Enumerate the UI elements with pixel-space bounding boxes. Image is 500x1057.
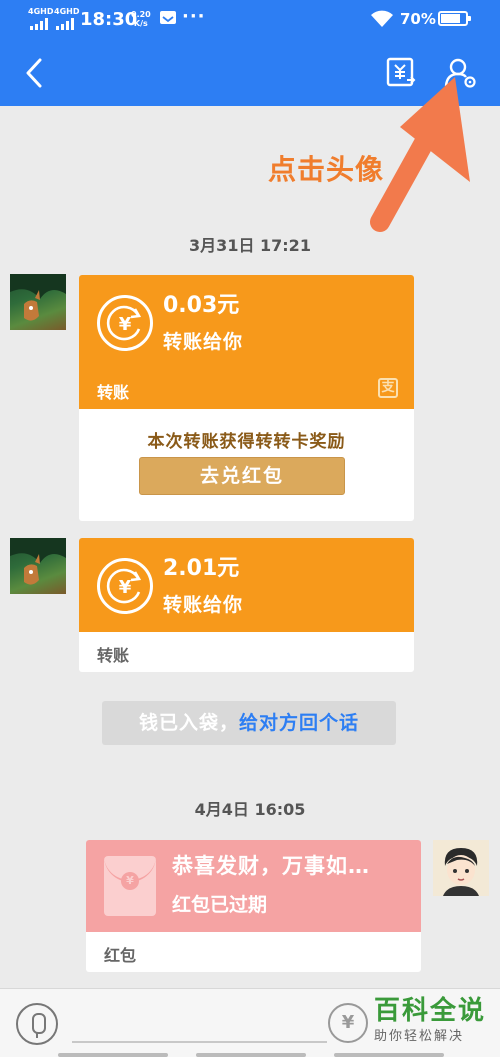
transfer-amount: 2.01元: [163, 556, 240, 581]
message-timestamp: 4月4日 16:05: [194, 800, 306, 819]
red-packet-message[interactable]: ¥ 恭喜发财，万事如… 红包已过期 红包: [86, 840, 421, 972]
transfer-label: 转账: [97, 646, 130, 665]
watermark-subtitle: 助你轻松解决: [374, 1029, 465, 1044]
nav-indicator: [196, 1053, 306, 1057]
transfer-card-header: ¥ 2.01元 转账给你: [79, 538, 414, 632]
alipay-badge-icon: 支: [378, 378, 398, 398]
status-bar: 4GHD 4GHD 18:30 0.20 K/s ··· 70%: [0, 0, 500, 40]
yuan-transfer-icon: ¥: [97, 295, 153, 351]
transfer-amount: 0.03元: [163, 293, 240, 318]
svg-text:¥: ¥: [119, 314, 132, 335]
reply-link[interactable]: 给对方回个话: [239, 712, 359, 734]
tip-text: 钱已入袋，: [138, 712, 239, 734]
clock: 18:30: [80, 9, 138, 30]
more-notifications-icon: ···: [182, 6, 206, 27]
contact-avatar[interactable]: [10, 538, 66, 594]
network-speed: 0.20 K/s: [131, 10, 151, 28]
reward-text: 本次转账获得转转卡奖励: [147, 432, 346, 452]
signal-strength-icon-2: [56, 18, 74, 30]
network-type-1: 4GHD: [28, 7, 54, 16]
annotation-arrow-icon: [370, 77, 470, 232]
transfer-message-card[interactable]: ¥ 0.03元 转账给你 转账 支 本次转账获得转转卡奖励 去兑红包: [79, 275, 414, 521]
transfer-label: 转账: [97, 383, 130, 402]
yuan-coin-icon: ¥: [121, 872, 139, 890]
contact-avatar[interactable]: [10, 274, 66, 330]
wifi-icon: [371, 10, 393, 27]
network-speed-value: 0.20: [131, 10, 151, 19]
my-avatar[interactable]: [433, 840, 489, 896]
red-packet-title: 恭喜发财，万事如…: [172, 854, 370, 878]
transfer-description: 转账给你: [163, 594, 244, 616]
redeem-red-packet-button[interactable]: 去兑红包: [139, 457, 345, 495]
back-arrow-icon[interactable]: [20, 56, 50, 90]
svg-text:¥: ¥: [119, 577, 132, 598]
transfer-message-card[interactable]: ¥ 2.01元 转账给你 转账: [79, 538, 414, 672]
transfer-button-icon[interactable]: ¥: [328, 1003, 368, 1043]
network-type-2: 4GHD: [54, 7, 80, 16]
red-packet-header: ¥ 恭喜发财，万事如… 红包已过期: [86, 840, 421, 932]
battery-percent: 70%: [400, 10, 436, 28]
transfer-description: 转账给你: [163, 331, 244, 353]
system-tip: 钱已入袋，给对方回个话: [102, 701, 396, 745]
voice-input-icon[interactable]: [16, 1003, 58, 1045]
red-packet-icon: ¥: [104, 856, 156, 916]
signal-strength-icon-1: [30, 18, 48, 30]
nav-indicator: [334, 1053, 444, 1057]
message-input[interactable]: [72, 1041, 327, 1043]
nav-indicator: [58, 1053, 168, 1057]
red-packet-status: 红包已过期: [172, 894, 268, 916]
network-speed-unit: K/s: [133, 19, 148, 28]
battery-icon: [438, 11, 471, 26]
message-notification-icon: [160, 11, 176, 24]
watermark: 百科全说 助你轻松解决: [374, 990, 494, 1044]
yuan-transfer-icon: ¥: [97, 558, 153, 614]
watermark-title: 百科全说: [374, 996, 487, 1026]
red-packet-label: 红包: [104, 946, 137, 965]
transfer-card-header: ¥ 0.03元 转账给你 转账 支: [79, 275, 414, 409]
message-timestamp: 3月31日 17:21: [189, 236, 311, 255]
